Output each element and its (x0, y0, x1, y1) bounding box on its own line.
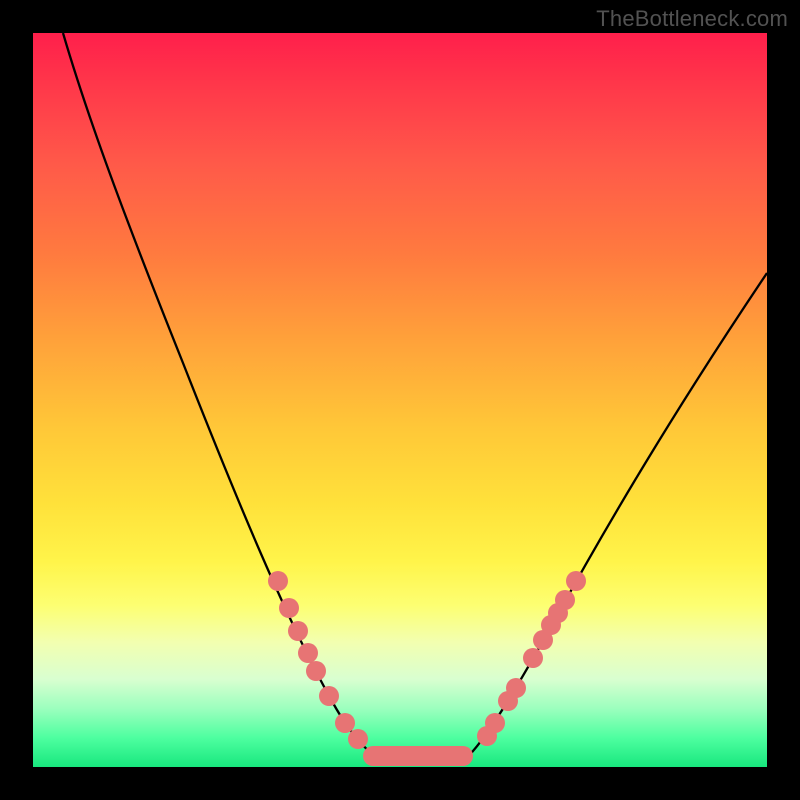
marker-dot (506, 678, 526, 698)
marker-dot (523, 648, 543, 668)
curve-svg (33, 33, 767, 767)
marker-dot (348, 729, 368, 749)
curve-left-branch (63, 33, 383, 761)
marker-dot (268, 571, 288, 591)
marker-dot (298, 643, 318, 663)
marker-dot (288, 621, 308, 641)
marker-dot (306, 661, 326, 681)
marker-dot (555, 590, 575, 610)
watermark-text: TheBottleneck.com (596, 6, 788, 32)
marker-dot (485, 713, 505, 733)
chart-frame: TheBottleneck.com (0, 0, 800, 800)
marker-dot (566, 571, 586, 591)
plot-area (33, 33, 767, 767)
marker-dot (335, 713, 355, 733)
flat-minimum-band (363, 746, 473, 766)
marker-dot (279, 598, 299, 618)
marker-dot (319, 686, 339, 706)
